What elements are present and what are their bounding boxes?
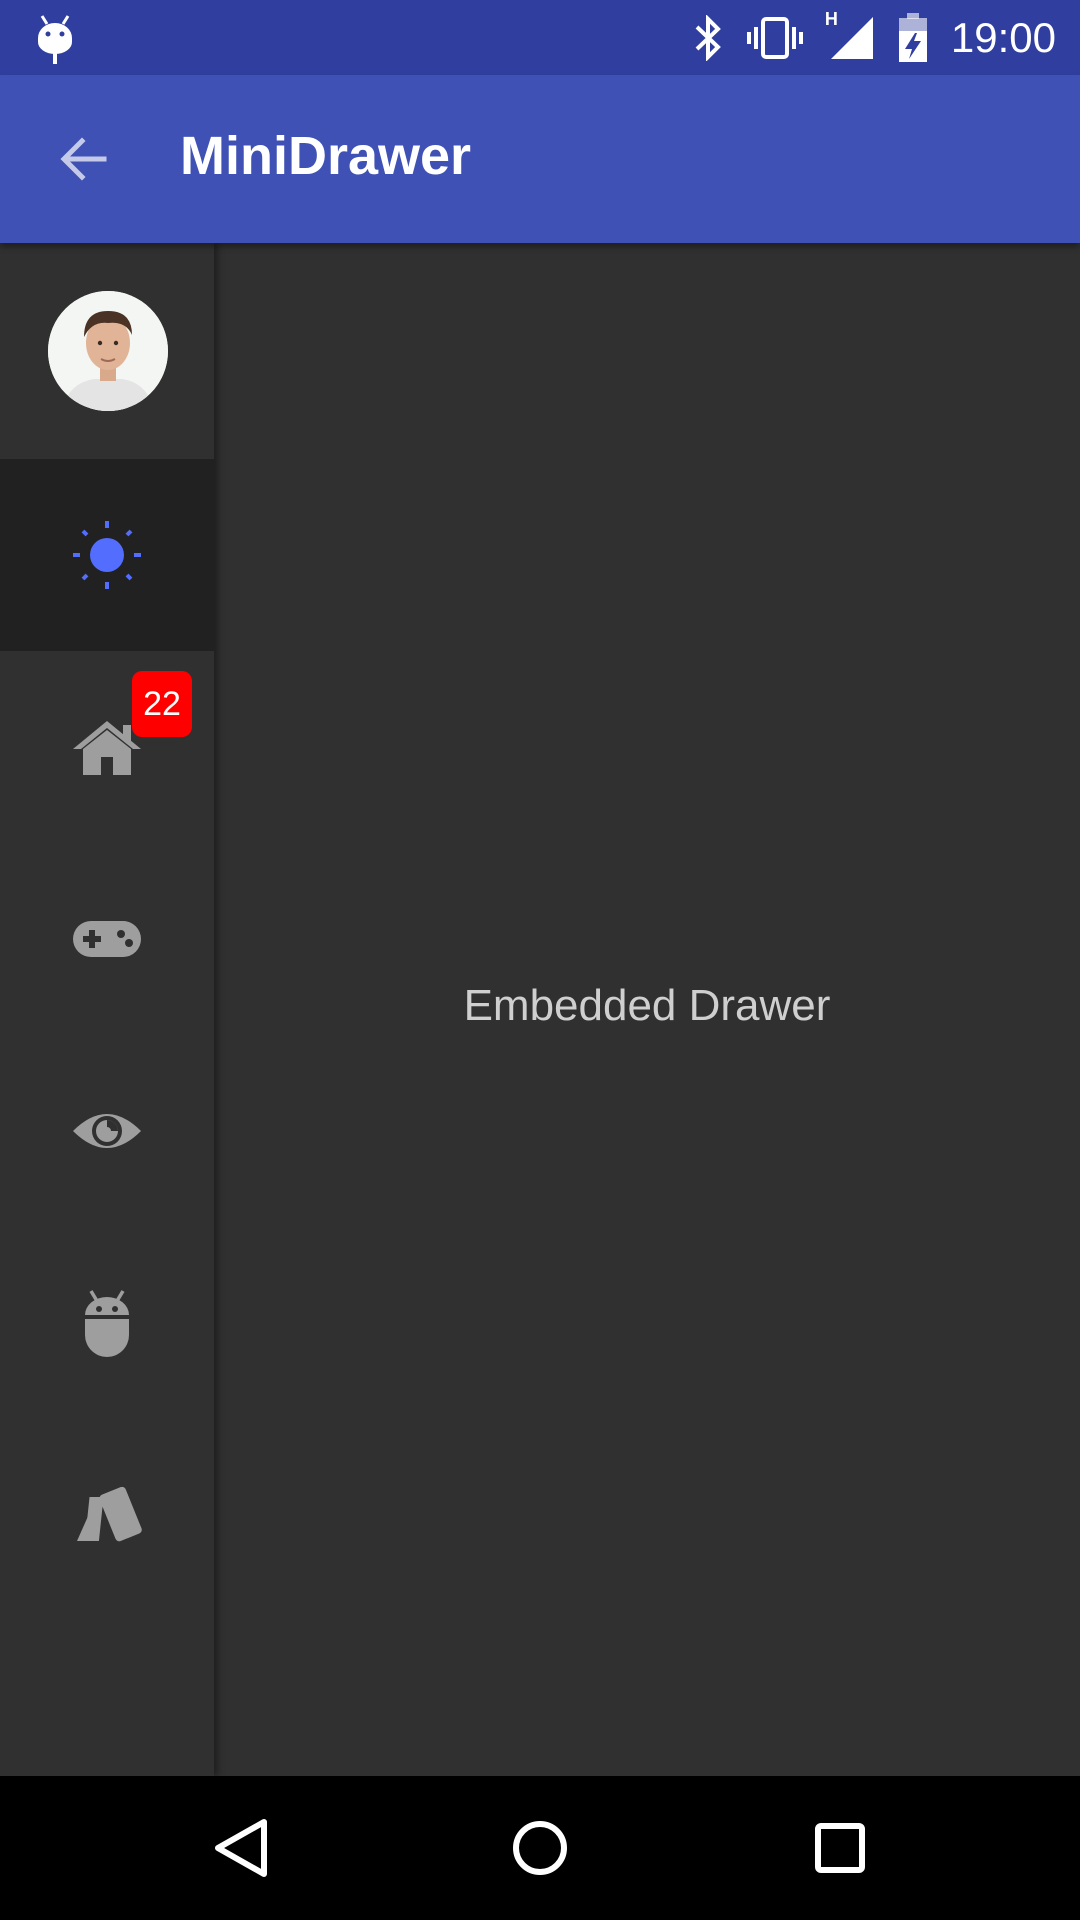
back-nav-icon[interactable] [204,1812,276,1884]
signal-icon: H [825,9,875,63]
gamepad-icon [73,921,141,957]
android-debug-icon [38,15,72,64]
android-icon [85,1290,129,1357]
page-title: MiniDrawer [180,126,472,186]
cards-icon [77,1486,142,1542]
avatar[interactable] [48,291,168,411]
recents-nav-icon[interactable] [804,1812,876,1884]
profile-header[interactable] [0,243,214,459]
battery-charging-icon [898,12,927,62]
main-content: Embedded Drawer [214,243,1080,1776]
drawer-item-watch[interactable] [0,1035,214,1227]
mini-drawer: 22 [0,243,214,1776]
brightness-icon [73,521,141,589]
drawer-item-android[interactable] [0,1227,214,1419]
arrow-back-icon[interactable] [52,127,116,191]
toolbar: MiniDrawer [0,75,1080,243]
drawer-item-games[interactable] [0,843,214,1035]
home-nav-icon[interactable] [504,1812,576,1884]
drawer-item-cards[interactable] [0,1419,214,1611]
drawer-item-brightness[interactable] [0,459,214,651]
vibrate-icon [746,16,803,59]
drawer-item-home[interactable]: 22 [0,651,214,843]
profile-photo [48,291,168,411]
status-time: 19:00 [950,13,1056,61]
system-nav-bar [0,1776,1080,1920]
status-icons: H 19:00 [691,0,1056,75]
bluetooth-icon [695,14,721,61]
content-label: Embedded Drawer [463,981,831,1030]
eye-icon [73,1114,141,1148]
notification-badge: 22 [132,671,192,737]
status-bar: H 19:00 [0,0,1080,75]
